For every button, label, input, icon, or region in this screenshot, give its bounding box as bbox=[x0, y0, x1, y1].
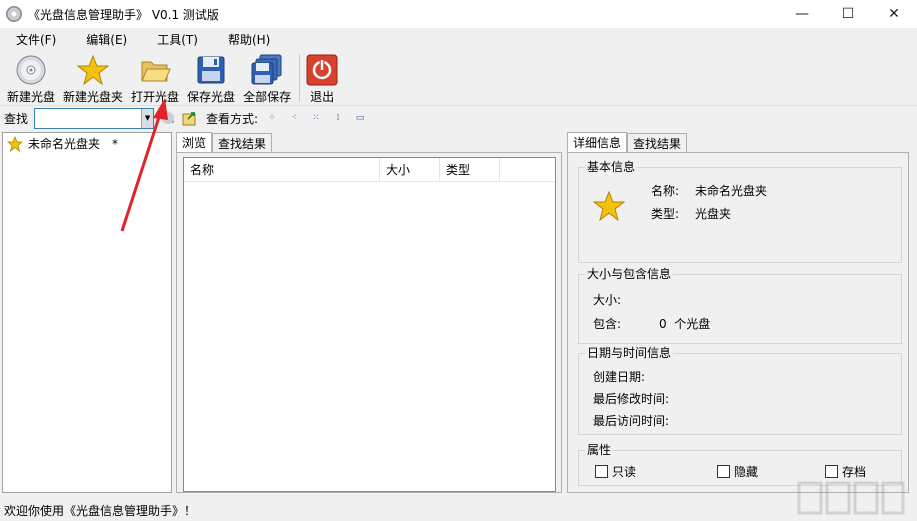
hidden-checkbox[interactable]: 隐藏 bbox=[717, 463, 758, 480]
save-disc-label: 保存光盘 bbox=[187, 90, 236, 104]
disc-icon bbox=[16, 55, 46, 85]
window-controls: — ☐ ✕ bbox=[779, 0, 917, 28]
list-header: 名称 大小 类型 bbox=[184, 158, 555, 182]
search-label: 查找 bbox=[4, 111, 29, 126]
close-button[interactable]: ✕ bbox=[871, 0, 917, 28]
browse-panel: 浏览 查找结果 名称 大小 类型 bbox=[176, 132, 562, 493]
toolbar: 新建光盘 新建光盘夹 打开光盘 保存光盘 全部保存 退出 bbox=[0, 50, 917, 106]
star-icon bbox=[593, 190, 625, 222]
search-go-icon[interactable] bbox=[160, 110, 176, 126]
exit-label: 退出 bbox=[310, 90, 335, 104]
datetime-info-group: 日期与时间信息 创建日期: 最后修改时间: 最后访问时间: bbox=[578, 346, 902, 435]
new-disc-label: 新建光盘 bbox=[7, 90, 56, 104]
group-title: 日期与时间信息 bbox=[585, 346, 674, 360]
tree-item-label: 未命名光盘夹 bbox=[28, 137, 101, 151]
modified-label: 最后修改时间: bbox=[593, 392, 670, 406]
view-mode-label: 查看方式: bbox=[206, 111, 259, 126]
tab-search-results[interactable]: 查找结果 bbox=[627, 133, 688, 152]
accessed-label: 最后访问时间: bbox=[593, 414, 670, 428]
search-input[interactable] bbox=[35, 108, 142, 128]
status-text: 欢迎你使用《光盘信息管理助手》！ bbox=[4, 503, 197, 518]
view-list-icon[interactable]: ⁙ bbox=[308, 111, 324, 125]
minimize-button[interactable]: — bbox=[779, 0, 825, 28]
open-disc-label: 打开光盘 bbox=[131, 90, 180, 104]
power-icon bbox=[306, 54, 338, 86]
contains-value: 0 个光盘 bbox=[659, 317, 711, 331]
view-details-icon[interactable]: ▭ bbox=[352, 111, 368, 125]
name-label: 名称: bbox=[651, 184, 680, 198]
view-large-icons-icon[interactable]: ⁘ bbox=[264, 111, 280, 125]
column-name[interactable]: 名称 bbox=[184, 158, 380, 182]
maximize-button[interactable]: ☐ bbox=[825, 0, 871, 28]
details-tab-body: 基本信息 名称: 未命名光盘夹 类型: 光盘夹 大小与包含信息 大小: 包含: … bbox=[567, 152, 909, 493]
floppy-icon bbox=[197, 56, 225, 84]
browse-tab-body: 名称 大小 类型 bbox=[176, 152, 562, 493]
hidden-label: 隐藏 bbox=[734, 465, 759, 479]
tab-browse[interactable]: 浏览 bbox=[176, 132, 213, 152]
menu-help[interactable]: 帮助(H) bbox=[220, 31, 278, 48]
browse-tabs: 浏览 查找结果 bbox=[176, 132, 562, 152]
toolbar-separator bbox=[299, 54, 301, 102]
readonly-label: 只读 bbox=[612, 465, 637, 479]
readonly-checkbox[interactable]: 只读 bbox=[595, 463, 636, 480]
new-folder-button[interactable]: 新建光盘夹 bbox=[60, 50, 126, 105]
window-title: 《光盘信息管理助手》 V0.1 测试版 bbox=[28, 7, 219, 22]
checkbox-box[interactable] bbox=[595, 465, 608, 478]
archive-label: 存档 bbox=[842, 465, 867, 479]
contains-label: 包含: bbox=[593, 317, 622, 331]
star-icon bbox=[77, 54, 110, 86]
column-type[interactable]: 类型 bbox=[440, 158, 500, 182]
archive-checkbox[interactable]: 存档 bbox=[825, 463, 866, 480]
size-label: 大小: bbox=[593, 293, 622, 307]
menu-tools[interactable]: 工具(T) bbox=[149, 31, 206, 48]
save-all-icon bbox=[251, 54, 282, 85]
details-tabs: 详细信息 查找结果 bbox=[567, 132, 909, 152]
type-label: 类型: bbox=[651, 207, 680, 221]
menu-bar: 文件(F) 编辑(E) 工具(T) 帮助(H) bbox=[0, 28, 917, 50]
group-title: 大小与包含信息 bbox=[585, 267, 674, 281]
exit-button[interactable]: 退出 bbox=[303, 50, 341, 105]
save-disc-button[interactable]: 保存光盘 bbox=[184, 50, 238, 105]
details-panel: 详细信息 查找结果 基本信息 名称: 未命名光盘夹 类型: 光盘夹 大小与包含信… bbox=[567, 132, 909, 493]
created-label: 创建日期: bbox=[593, 370, 646, 384]
folder-tree[interactable]: 未命名光盘夹 * bbox=[2, 132, 172, 493]
export-icon[interactable] bbox=[182, 110, 198, 126]
status-bar: 欢迎你使用《光盘信息管理助手》！ bbox=[0, 499, 917, 521]
checkbox-box[interactable] bbox=[717, 465, 730, 478]
tab-search-results[interactable]: 查找结果 bbox=[212, 133, 273, 152]
open-disc-button[interactable]: 打开光盘 bbox=[128, 50, 182, 105]
checkbox-box[interactable] bbox=[825, 465, 838, 478]
tree-item[interactable]: 未命名光盘夹 * bbox=[3, 133, 171, 154]
chevron-down-icon[interactable]: ▼ bbox=[141, 108, 154, 128]
tab-details[interactable]: 详细信息 bbox=[567, 132, 628, 152]
menu-file[interactable]: 文件(F) bbox=[8, 31, 64, 48]
open-folder-icon bbox=[141, 61, 171, 82]
new-folder-label: 新建光盘夹 bbox=[63, 90, 124, 104]
view-small-icons-icon[interactable]: ⁖ bbox=[286, 111, 302, 125]
save-all-button[interactable]: 全部保存 bbox=[240, 50, 294, 105]
menu-edit[interactable]: 编辑(E) bbox=[78, 31, 135, 48]
title-bar: 《光盘信息管理助手》 V0.1 测试版 — ☐ ✕ bbox=[0, 0, 917, 28]
group-title: 属性 bbox=[585, 443, 614, 457]
view-tiles-icon[interactable]: ⁞ bbox=[330, 111, 346, 125]
unsaved-mark: * bbox=[112, 136, 119, 151]
name-value: 未命名光盘夹 bbox=[695, 184, 768, 198]
search-bar: 查找 ▼ 查看方式: ⁘ ⁖ ⁙ ⁞ ▭ bbox=[0, 106, 917, 130]
search-combobox[interactable]: ▼ bbox=[34, 107, 155, 129]
type-value: 光盘夹 bbox=[695, 207, 732, 221]
column-size[interactable]: 大小 bbox=[380, 158, 440, 182]
star-icon bbox=[7, 135, 23, 152]
basic-info-group: 基本信息 名称: 未命名光盘夹 类型: 光盘夹 bbox=[578, 160, 902, 263]
file-list[interactable]: 名称 大小 类型 bbox=[183, 157, 556, 492]
size-info-group: 大小与包含信息 大小: 包含: 0 个光盘 bbox=[578, 267, 902, 344]
save-all-label: 全部保存 bbox=[243, 90, 292, 104]
new-disc-button[interactable]: 新建光盘 bbox=[4, 50, 58, 105]
group-title: 基本信息 bbox=[585, 160, 638, 174]
app-disc-icon bbox=[6, 6, 22, 22]
watermark-logo bbox=[797, 481, 905, 515]
